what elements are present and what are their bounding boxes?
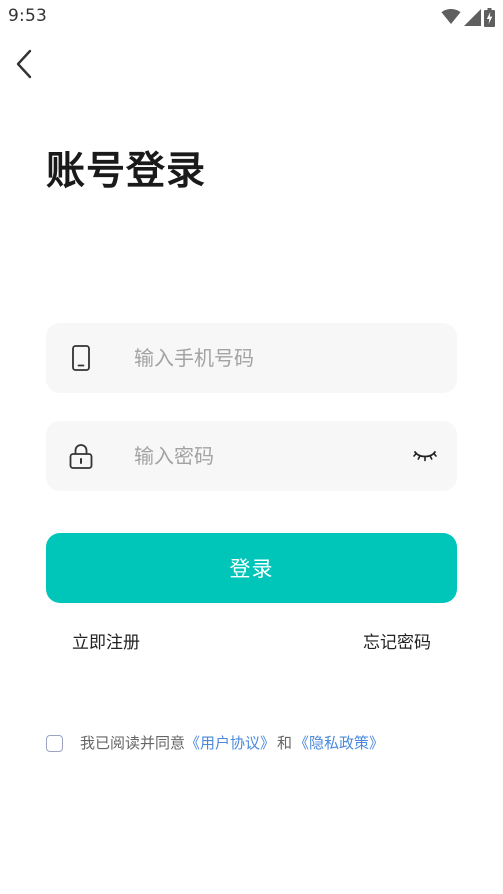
eye-closed-icon[interactable]	[411, 443, 439, 469]
status-bar: 9:53	[0, 0, 503, 34]
phone-icon	[68, 345, 94, 371]
agreement-row: 我已阅读并同意 《用户协议》 和 《隐私政策》	[46, 731, 384, 755]
user-agreement-link[interactable]: 《用户协议》	[185, 731, 275, 755]
phone-field[interactable]	[46, 323, 457, 393]
password-input[interactable]	[134, 421, 404, 491]
status-icons	[441, 7, 495, 27]
signal-icon	[464, 8, 481, 26]
back-button[interactable]	[6, 46, 42, 86]
login-button[interactable]: 登录	[46, 533, 457, 603]
chevron-left-icon	[15, 49, 33, 83]
privacy-policy-link[interactable]: 《隐私政策》	[294, 731, 384, 755]
agreement-and-text: 和	[277, 734, 293, 752]
register-link[interactable]: 立即注册	[72, 631, 140, 655]
agreement-text: 我已阅读并同意	[80, 734, 186, 752]
page-title: 账号登录	[46, 149, 207, 194]
password-field[interactable]	[46, 421, 457, 491]
battery-charging-icon	[484, 7, 495, 27]
agreement-checkbox[interactable]	[46, 734, 63, 752]
forgot-password-link[interactable]: 忘记密码	[363, 631, 431, 655]
status-time: 9:53	[8, 6, 47, 26]
phone-input[interactable]	[134, 323, 404, 393]
lock-icon	[68, 443, 94, 469]
wifi-icon	[441, 9, 461, 25]
